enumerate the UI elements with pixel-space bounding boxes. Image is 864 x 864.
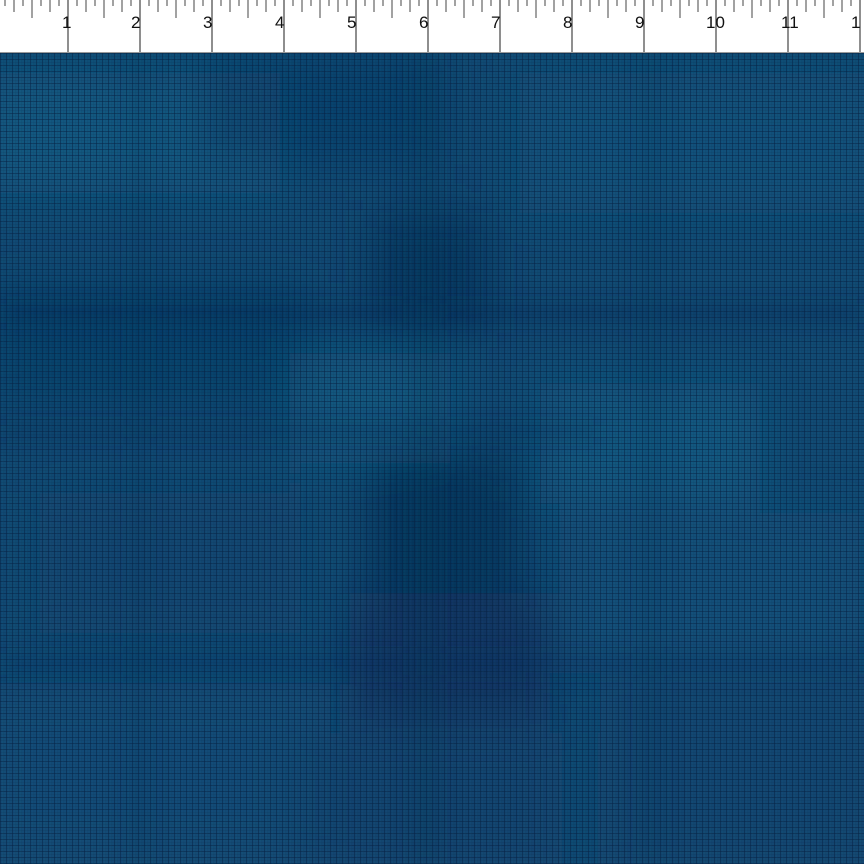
ruler-label-9: 9 bbox=[635, 13, 645, 32]
ruler-label-8: 8 bbox=[563, 13, 573, 32]
blue-textured-fabric bbox=[0, 53, 864, 864]
ruler-label-2: 2 bbox=[131, 13, 141, 32]
ruler-label-5: 5 bbox=[347, 13, 357, 32]
ruler-label-1: 1 bbox=[62, 13, 72, 32]
fabric-texture bbox=[0, 53, 864, 864]
ruler-label-7: 7 bbox=[491, 13, 501, 32]
ruler-label-12: 1 bbox=[851, 13, 861, 32]
measuring-ruler: 1 2 3 4 5 6 7 8 9 10 11 1 bbox=[0, 0, 864, 53]
ruler-label-11: 11 bbox=[781, 13, 799, 32]
ruler-label-3: 3 bbox=[203, 13, 213, 32]
ruler-label-10: 10 bbox=[706, 13, 725, 32]
fabric-swatch-image: 1 2 3 4 5 6 7 8 9 10 11 1 bbox=[0, 0, 864, 864]
ruler-label-4: 4 bbox=[275, 13, 285, 32]
ruler-label-6: 6 bbox=[419, 13, 429, 32]
ruler-ticks bbox=[4, 0, 861, 52]
